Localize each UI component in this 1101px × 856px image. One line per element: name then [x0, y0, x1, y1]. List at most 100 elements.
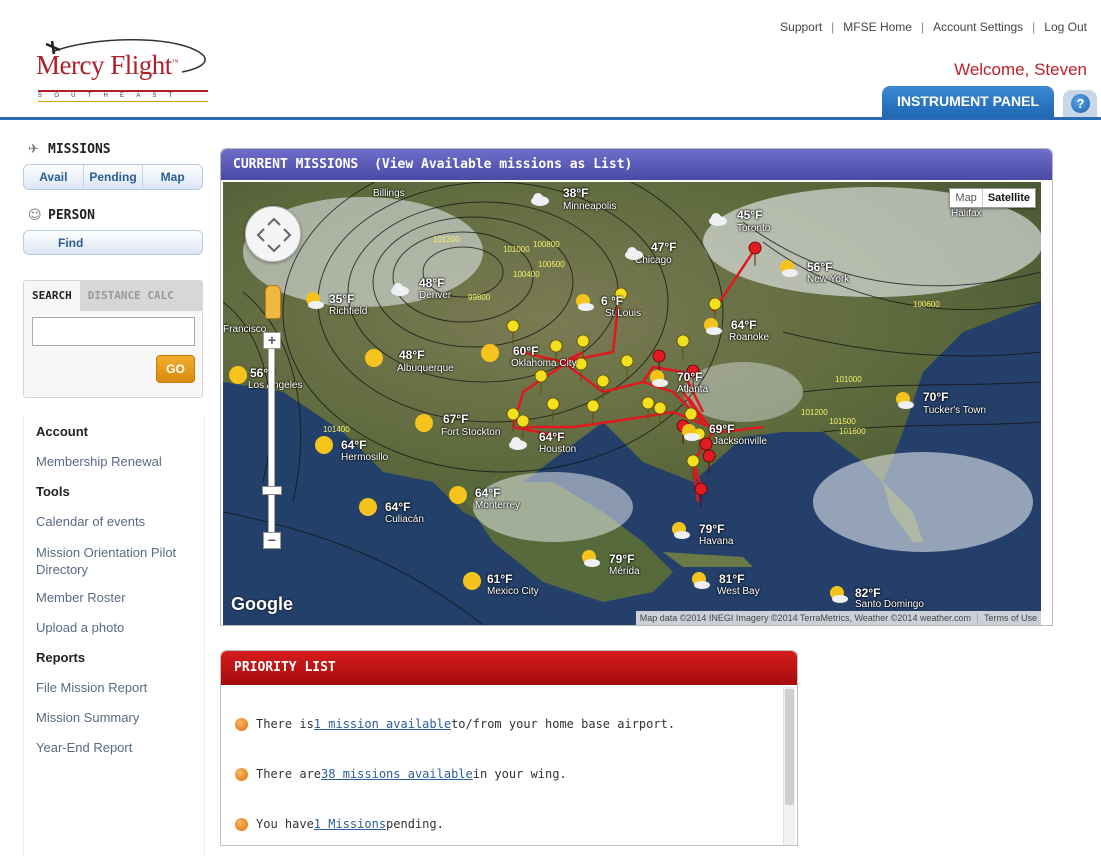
sidebar-link-file-mission-report[interactable]: File Mission Report: [36, 680, 147, 695]
weather-temp-monterrey: 64°F: [475, 486, 501, 500]
search-panel: GO: [24, 311, 202, 397]
priority-scrollbar[interactable]: [783, 687, 795, 845]
tab-search[interactable]: SEARCH: [24, 281, 80, 311]
current-missions-panel: CURRENT MISSIONS (View Available mission…: [220, 148, 1053, 626]
log-out-link[interactable]: Log Out: [1044, 20, 1087, 34]
svg-text:101400: 101400: [323, 425, 350, 434]
sun-icon: [481, 344, 499, 362]
search-input[interactable]: [32, 317, 195, 346]
sun-icon: [229, 366, 247, 384]
sidebar-link-year-end-report[interactable]: Year-End Report: [36, 740, 132, 755]
bullet-icon: [235, 717, 248, 731]
weather-city-mexico-city: Mexico City: [487, 586, 539, 597]
map-type-control: Map Satellite: [949, 188, 1036, 208]
weather-city-los-angeles: Los Angeles: [248, 380, 303, 391]
pending-missions-link[interactable]: 1 Missions: [314, 817, 386, 831]
map-pan-control[interactable]: [245, 206, 301, 262]
svg-text:100500: 100500: [538, 260, 565, 269]
google-logo[interactable]: Google: [231, 594, 293, 615]
account-settings-link[interactable]: Account Settings: [933, 20, 1023, 34]
sidebar-link-calendar-of-events[interactable]: Calendar of events: [36, 514, 145, 529]
zoom-out-button[interactable]: −: [263, 532, 281, 549]
map-attribution-text: Map data ©2014 INEGI Imagery ©2014 Terra…: [639, 613, 971, 623]
sun-cloud-icon: [896, 392, 914, 409]
priority-list-title: PRIORITY LIST: [221, 651, 797, 685]
search-tabs: SEARCH DISTANCE CALC: [24, 281, 202, 311]
mercy-flight-logo[interactable]: Mercy Flight™ SOUTHEAST: [32, 38, 212, 102]
zoom-slider-track[interactable]: [268, 340, 275, 545]
weather-city-richfield: Richfield: [329, 306, 368, 317]
tab-distance-calc[interactable]: DISTANCE CALC: [79, 281, 202, 311]
plane-icon: ✈: [28, 142, 39, 157]
sidebar-link-pilot-directory[interactable]: Mission Orientation Pilot Directory: [36, 544, 206, 578]
page-header: Mercy Flight™ SOUTHEAST Support | MFSE Hom…: [0, 0, 1101, 120]
weather-city-denver: Denver: [419, 290, 452, 301]
person-find-button[interactable]: Find: [24, 231, 202, 254]
wing-missions-link[interactable]: 38 missions available: [321, 767, 473, 781]
priority-item: There are 38 missions available in your …: [235, 767, 567, 781]
sun-cloud-icon: [780, 260, 798, 277]
weather-city-jacksonville: Jacksonville: [713, 436, 767, 447]
map-type-map-button[interactable]: Map: [950, 189, 981, 207]
street-view-pegman-icon[interactable]: [265, 285, 281, 319]
sun-icon: [463, 572, 481, 590]
sun-cloud-icon: [704, 318, 722, 335]
missions-map-button[interactable]: Map: [143, 165, 202, 189]
tab-instrument-panel[interactable]: INSTRUMENT PANEL: [882, 86, 1054, 117]
zoom-slider-handle[interactable]: [262, 486, 282, 495]
priority-item: You have 1 Missions pending.: [235, 817, 444, 831]
weather-temp-hermosillo: 64°F: [341, 438, 367, 452]
sun-icon: [359, 498, 377, 516]
weather-city-hermosillo: Hermosillo: [341, 452, 389, 463]
weather-temp-minneapolis: 38°F: [563, 186, 589, 200]
weather-temp-richfield: 35°F: [329, 292, 355, 306]
zoom-in-button[interactable]: +: [263, 332, 281, 349]
weather-city-tuckers-town: Tucker's Town: [923, 405, 987, 416]
mfse-home-link[interactable]: MFSE Home: [843, 20, 912, 34]
help-button[interactable]: ?: [1063, 90, 1097, 117]
weather-temp-denver: 48°F: [419, 276, 445, 290]
svg-text:99800: 99800: [468, 293, 491, 302]
sun-cloud-icon: [672, 522, 690, 539]
map-type-satellite-button[interactable]: Satellite: [981, 189, 1035, 207]
search-widget: SEARCH DISTANCE CALC GO: [23, 280, 203, 398]
weather-temp-tuckers-town: 70°F: [923, 390, 949, 404]
cloud-icon: [709, 213, 727, 226]
isobar-label: 101000: [503, 245, 530, 254]
person-button-group: Find: [23, 230, 203, 255]
sidebar: ✈ MISSIONS Avail Pending Map ☺ PERSON Find…: [0, 120, 210, 856]
svg-text:101600: 101600: [839, 427, 866, 436]
svg-text:100800: 100800: [533, 240, 560, 249]
weather-city-santo-domingo: Santo Domingo: [855, 599, 924, 610]
weather-temp-west-bay: 81°F: [719, 572, 745, 586]
missions-map[interactable]: 101000 100800 100400 100500 99800 100600…: [223, 182, 1041, 625]
missions-pending-button[interactable]: Pending: [84, 165, 144, 189]
priority-list-panel: PRIORITY LIST There is 1 mission availab…: [220, 650, 798, 846]
sun-cloud-icon: [682, 424, 700, 441]
sidebar-link-mission-summary[interactable]: Mission Summary: [36, 710, 139, 725]
weather-temp-merida: 79°F: [609, 552, 635, 566]
sun-cloud-icon: [582, 550, 600, 567]
sun-cloud-icon: [306, 292, 324, 309]
sidebar-link-membership-renewal[interactable]: Membership Renewal: [36, 454, 162, 469]
sun-cloud-icon: [830, 586, 848, 603]
sidebar-link-member-roster[interactable]: Member Roster: [36, 590, 126, 605]
sidebar-link-upload-photo[interactable]: Upload a photo: [36, 620, 124, 635]
sun-cloud-icon: [692, 572, 710, 589]
svg-text:101200: 101200: [801, 408, 828, 417]
support-link[interactable]: Support: [780, 20, 822, 34]
weather-temp-st-louis: 6 °F: [601, 294, 624, 308]
svg-text:101000: 101000: [835, 375, 862, 384]
cloud-icon: [509, 437, 527, 450]
go-button[interactable]: GO: [156, 355, 195, 383]
view-missions-list-link[interactable]: (View Available missions as List): [374, 157, 632, 172]
weather-temp-chicago: 47°F: [651, 240, 677, 254]
mission-available-link[interactable]: 1 mission available: [314, 717, 451, 731]
weather-temp-atlanta: 70°F: [677, 370, 703, 384]
cloud-icon: [391, 283, 409, 296]
terms-of-use-link[interactable]: Terms of Use: [976, 613, 1037, 623]
missions-avail-button[interactable]: Avail: [24, 165, 84, 189]
priority-scrollbar-thumb[interactable]: [785, 689, 794, 805]
welcome-message: Welcome, Steven: [954, 60, 1087, 79]
sidebar-heading-account: Account: [36, 424, 88, 439]
